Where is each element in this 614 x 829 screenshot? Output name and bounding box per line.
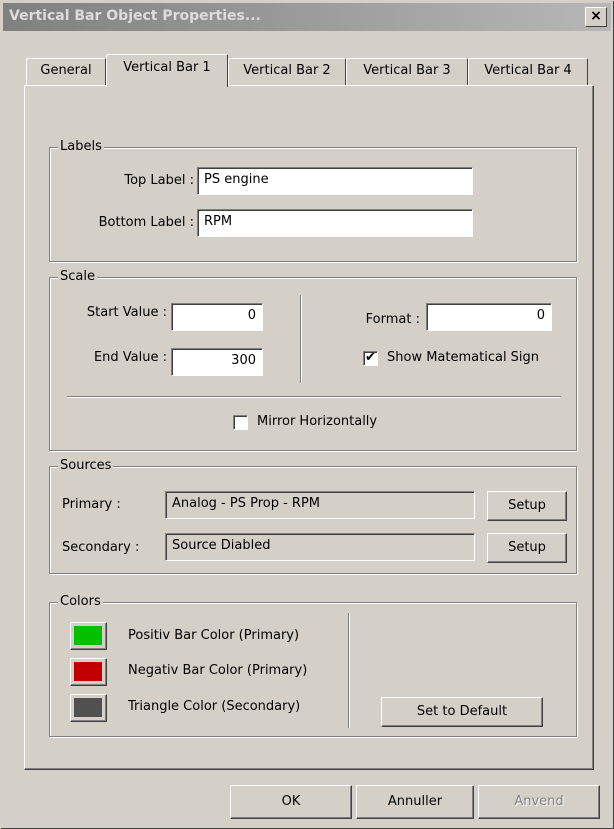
colors-group: Colors Positiv Bar Color (Primary) Negat… bbox=[49, 594, 577, 737]
scale-group: Scale Start Value : 0 End Value : 300 Fo… bbox=[49, 269, 577, 451]
primary-source-field: Analog - PS Prop - RPM bbox=[165, 491, 475, 519]
ok-button[interactable]: OK bbox=[230, 785, 352, 819]
negative-bar-color-button[interactable] bbox=[70, 658, 107, 686]
secondary-caption: Secondary : bbox=[62, 540, 140, 555]
window-title: Vertical Bar Object Properties... bbox=[9, 8, 261, 24]
scale-vertical-separator bbox=[300, 295, 302, 383]
labels-group-title: Labels bbox=[58, 139, 104, 155]
positive-color-swatch bbox=[74, 626, 102, 645]
end-value-caption: End Value : bbox=[93, 350, 167, 365]
tab-general[interactable]: General bbox=[26, 58, 106, 85]
bottom-label-input[interactable]: RPM bbox=[197, 209, 473, 237]
triangle-color-swatch bbox=[74, 698, 102, 717]
positive-bar-color-button[interactable] bbox=[70, 622, 107, 650]
colors-group-title: Colors bbox=[58, 594, 103, 610]
labels-group: Labels Top Label : PS engine Bottom Labe… bbox=[49, 139, 577, 262]
primary-caption: Primary : bbox=[62, 497, 121, 512]
properties-dialog: Vertical Bar Object Properties... × Gene… bbox=[0, 0, 614, 829]
mirror-horizontally-label: Mirror Horizontally bbox=[257, 414, 378, 429]
scale-horizontal-separator bbox=[67, 396, 561, 398]
tab-vertical-bar-3[interactable]: Vertical Bar 3 bbox=[346, 58, 468, 85]
end-value-input[interactable]: 300 bbox=[171, 348, 263, 376]
top-label-input[interactable]: PS engine bbox=[197, 167, 473, 195]
tab-vertical-bar-1[interactable]: Vertical Bar 1 bbox=[106, 54, 228, 87]
cancel-button[interactable]: Annuller bbox=[356, 785, 474, 819]
top-label-caption: Top Label : bbox=[124, 173, 194, 188]
start-value-caption: Start Value : bbox=[86, 305, 167, 320]
check-icon: ✔ bbox=[365, 350, 376, 365]
format-input[interactable]: 0 bbox=[426, 303, 552, 331]
negative-bar-color-label: Negativ Bar Color (Primary) bbox=[128, 663, 308, 678]
show-sign-checkbox[interactable]: ✔ bbox=[363, 351, 378, 366]
triangle-color-label: Triangle Color (Secondary) bbox=[128, 699, 301, 714]
close-button[interactable]: × bbox=[585, 7, 607, 27]
negative-color-swatch bbox=[74, 662, 102, 681]
bottom-label-caption: Bottom Label : bbox=[98, 215, 194, 230]
scale-group-title: Scale bbox=[58, 269, 97, 285]
sources-group: Sources Primary : Analog - PS Prop - RPM… bbox=[49, 458, 577, 574]
triangle-color-button[interactable] bbox=[70, 694, 107, 722]
primary-setup-button[interactable]: Setup bbox=[487, 491, 567, 521]
start-value-input[interactable]: 0 bbox=[171, 303, 263, 331]
secondary-setup-button[interactable]: Setup bbox=[487, 533, 567, 563]
secondary-source-field: Source Diabled bbox=[165, 533, 475, 561]
mirror-horizontally-checkbox[interactable] bbox=[233, 415, 248, 430]
positive-bar-color-label: Positiv Bar Color (Primary) bbox=[128, 628, 300, 643]
tab-vertical-bar-2[interactable]: Vertical Bar 2 bbox=[228, 58, 346, 85]
tab-panel: Labels Top Label : PS engine Bottom Labe… bbox=[24, 85, 594, 770]
set-to-default-button[interactable]: Set to Default bbox=[381, 697, 543, 727]
sources-group-title: Sources bbox=[58, 458, 114, 474]
colors-vertical-separator bbox=[348, 613, 350, 728]
tab-vertical-bar-4[interactable]: Vertical Bar 4 bbox=[468, 58, 588, 85]
title-bar[interactable]: Vertical Bar Object Properties... × bbox=[3, 3, 611, 31]
show-sign-label: Show Matematical Sign bbox=[387, 350, 540, 365]
close-icon: × bbox=[590, 8, 602, 24]
apply-button[interactable]: Anvend bbox=[478, 785, 600, 819]
format-caption: Format : bbox=[365, 312, 420, 327]
